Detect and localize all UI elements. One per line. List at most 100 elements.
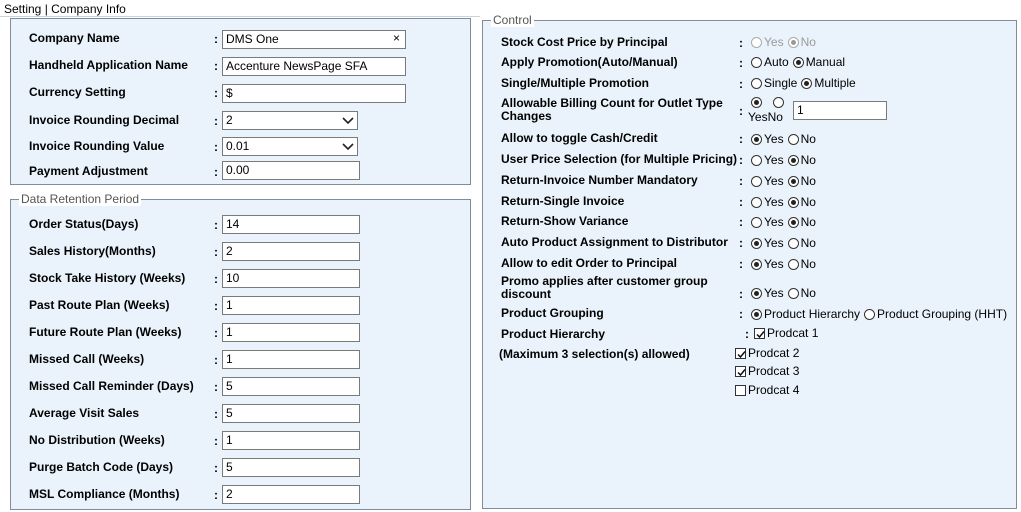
return-show-variance-yes-radio[interactable]	[751, 217, 762, 228]
control-panel: Control Stock Cost Price by Principal : …	[482, 13, 1017, 509]
stock-cost-price-yes-radio[interactable]	[751, 37, 762, 48]
product-hierarchy-option-label: Product Hierarchy	[764, 307, 861, 321]
colon: :	[214, 218, 218, 232]
prodcat-3-checkbox[interactable]	[735, 366, 746, 377]
colon: :	[745, 327, 749, 341]
handheld-app-name-label: Handheld Application Name	[29, 58, 188, 72]
company-name-label: Company Name	[29, 31, 120, 45]
data-retention-panel: Data Retention Period Order Status(Days)…	[10, 192, 471, 510]
clear-icon[interactable]: ×	[393, 32, 400, 45]
prodcat-2-checkbox[interactable]	[735, 348, 746, 359]
prodcat-3-option: Prodcat 3	[735, 365, 799, 378]
prodcat-4-option: Prodcat 4	[735, 384, 799, 397]
prodcat-4-checkbox[interactable]	[735, 385, 746, 396]
future-route-plan-input[interactable]: 1	[222, 323, 360, 342]
colon: :	[214, 272, 218, 286]
colon: :	[739, 132, 743, 146]
promo-applies-yes-radio[interactable]	[751, 288, 762, 299]
user-price-selection-options: Yes No	[751, 154, 816, 167]
no-distribution-input[interactable]: 1	[222, 431, 360, 450]
toggle-cash-credit-label: Allow to toggle Cash/Credit	[501, 131, 658, 145]
toggle-cash-credit-no-radio[interactable]	[787, 134, 799, 145]
product-grouping-hht-radio[interactable]	[864, 309, 876, 320]
edit-order-principal-no-radio[interactable]	[787, 259, 799, 270]
edit-order-principal-label: Allow to edit Order to Principal	[501, 256, 678, 270]
prodcat-2-label: Prodcat 2	[748, 346, 800, 360]
msl-compliance-input[interactable]: 2	[222, 485, 360, 504]
no-distribution-label: No Distribution (Weeks)	[29, 433, 165, 447]
toggle-cash-credit-yes-radio[interactable]	[751, 134, 762, 145]
stock-take-history-label: Stock Take History (Weeks)	[29, 271, 186, 285]
billing-count-yes-radio[interactable]	[751, 97, 762, 108]
colon: :	[739, 215, 743, 229]
user-price-selection-yes-radio[interactable]	[751, 155, 762, 166]
single-multiple-promotion-options: Single Multiple	[751, 77, 856, 90]
return-invoice-mandatory-no-radio[interactable]	[787, 176, 799, 187]
yes-label: Yes	[764, 215, 784, 229]
invoice-rounding-value-select[interactable]: 0.01	[222, 137, 358, 156]
return-single-invoice-no-radio[interactable]	[787, 197, 799, 208]
currency-setting-input[interactable]: $	[222, 84, 406, 103]
purge-batch-code-input[interactable]: 5	[222, 458, 360, 477]
colon: :	[214, 140, 218, 154]
colon: :	[739, 77, 743, 91]
purge-batch-code-label: Purge Batch Code (Days)	[29, 460, 174, 474]
no-label: No	[800, 35, 816, 49]
return-show-variance-no-radio[interactable]	[787, 217, 799, 228]
allowable-billing-count-label-2: Changes	[501, 109, 552, 123]
auto-product-assignment-yes-radio[interactable]	[751, 238, 762, 249]
colon: :	[214, 326, 218, 340]
header-divider	[0, 16, 480, 17]
return-single-invoice-label: Return-Single Invoice	[501, 194, 625, 208]
payment-adjustment-input[interactable]: 0.00	[222, 161, 360, 180]
product-hierarchy-label: Product Hierarchy	[501, 327, 606, 341]
colon: :	[214, 59, 218, 73]
no-label: No	[800, 174, 816, 188]
sales-history-input[interactable]: 2	[222, 242, 360, 261]
apply-promotion-label: Apply Promotion(Auto/Manual)	[501, 55, 678, 69]
product-hierarchy-radio[interactable]	[751, 309, 762, 320]
edit-order-principal-yes-radio[interactable]	[751, 259, 762, 270]
auto-product-assignment-no-radio[interactable]	[787, 238, 799, 249]
yes-label: Yes	[764, 236, 784, 250]
company-name-input[interactable]: DMS One ×	[222, 30, 406, 49]
max-selection-note: (Maximum 3 selection(s) allowed)	[499, 347, 690, 361]
billing-count-no-radio[interactable]	[773, 97, 784, 108]
average-visit-sales-label: Average Visit Sales	[29, 406, 140, 420]
promo-applies-no-radio[interactable]	[787, 288, 799, 299]
invoice-rounding-decimal-select[interactable]: 2	[222, 111, 358, 130]
single-promotion-radio[interactable]	[751, 78, 762, 89]
auto-product-assignment-options: Yes No	[751, 237, 816, 250]
colon: :	[739, 104, 743, 118]
stock-cost-price-no-radio[interactable]	[787, 37, 799, 48]
apply-promotion-auto-radio[interactable]	[751, 57, 762, 68]
invoice-rounding-value-value: 0.01	[226, 139, 250, 153]
prodcat-1-checkbox[interactable]	[754, 328, 765, 339]
multiple-label: Multiple	[814, 76, 856, 90]
stock-cost-price-options: Yes No	[751, 36, 816, 49]
missed-call-input[interactable]: 1	[222, 350, 360, 369]
return-invoice-mandatory-yes-radio[interactable]	[751, 176, 762, 187]
chevron-down-icon	[342, 114, 354, 129]
no-label: No	[800, 257, 816, 271]
multiple-promotion-radio[interactable]	[801, 78, 813, 89]
billing-count-input[interactable]: 1	[793, 101, 887, 120]
stock-take-history-input[interactable]: 10	[222, 269, 360, 288]
return-single-invoice-yes-radio[interactable]	[751, 197, 762, 208]
past-route-plan-input[interactable]: 1	[222, 296, 360, 315]
product-grouping-hht-label: Product Grouping (HHT)	[877, 307, 1008, 321]
apply-promotion-manual-radio[interactable]	[792, 57, 804, 68]
missed-call-reminder-input[interactable]: 5	[222, 377, 360, 396]
prodcat-2-option: Prodcat 2	[735, 347, 799, 360]
no-label: No	[800, 153, 816, 167]
breadcrumb: Setting | Company Info	[4, 2, 126, 16]
user-price-selection-no-radio[interactable]	[787, 155, 799, 166]
handheld-app-name-input[interactable]: Accenture NewsPage SFA	[222, 57, 406, 76]
average-visit-sales-input[interactable]: 5	[222, 404, 360, 423]
yes-label: Yes	[764, 286, 784, 300]
auto-product-assignment-label: Auto Product Assignment to Distributor	[501, 235, 728, 249]
order-status-label: Order Status(Days)	[29, 217, 139, 231]
apply-promotion-options: Auto Manual	[751, 56, 845, 69]
order-status-input[interactable]: 14	[222, 215, 360, 234]
colon: :	[739, 56, 743, 70]
